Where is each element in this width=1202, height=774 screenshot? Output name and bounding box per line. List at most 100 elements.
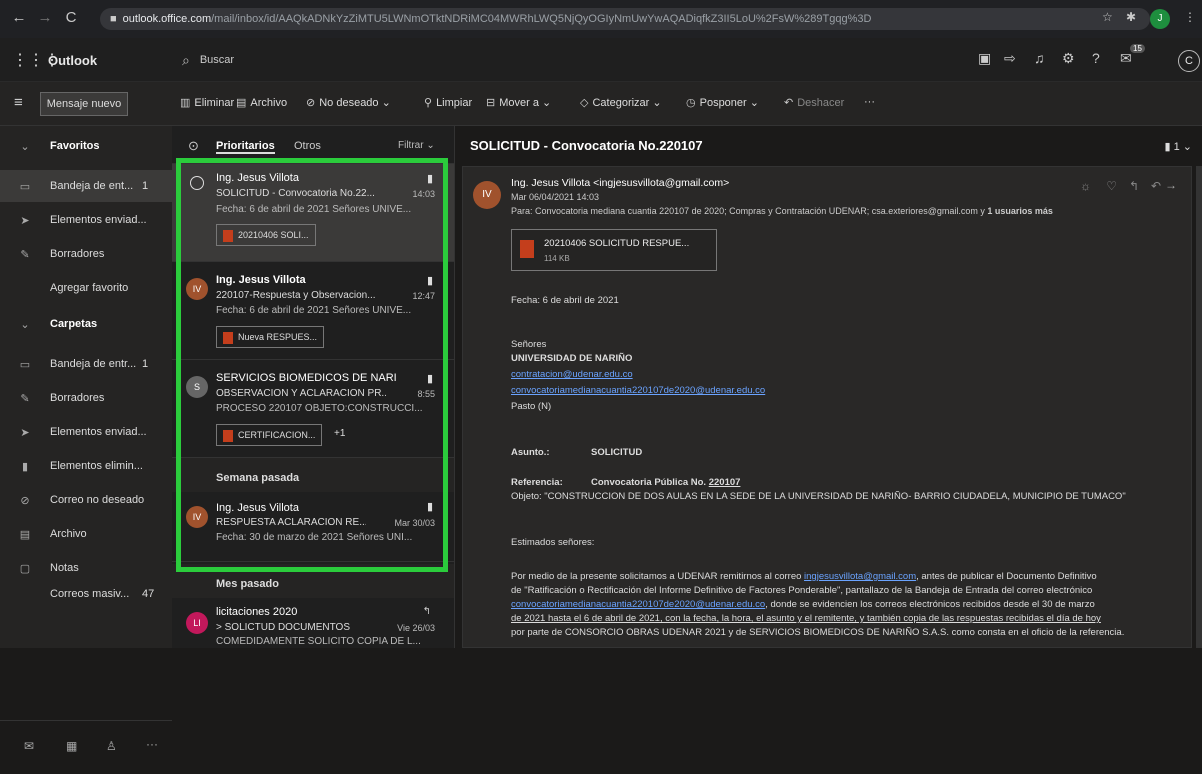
nav-item-archive[interactable]: ▤ Archivo	[0, 518, 172, 550]
snooze-label: Posponer	[699, 97, 747, 109]
back-icon[interactable]: ←	[6, 9, 32, 26]
message-preview: COMEDIDAMENTE SOLICITO COPIA DE L...	[216, 636, 421, 647]
nav-item-sent[interactable]: ➤ Elementos enviad...	[0, 416, 172, 448]
message-item[interactable]: LI licitaciones 2020 ↰ > SOLICTUD DOCUME…	[172, 598, 454, 648]
extension-icon[interactable]: ✱	[1126, 10, 1136, 24]
new-message-button[interactable]: Mensaje nuevo	[40, 92, 128, 116]
sender-name[interactable]: Ing. Jesus Villota <ingjesusvillota@gmai…	[511, 177, 729, 189]
body-greeting: Estimados señores:	[511, 537, 595, 548]
attachment-count[interactable]: ▮ 1 ⌄	[1164, 140, 1192, 153]
message-list: ⊙ Prioritarios Otros Filtrar ⌄ Ing. Jesu…	[172, 126, 455, 648]
nav-label: Bandeja de entr...	[50, 358, 137, 370]
tab-focused[interactable]: Prioritarios	[216, 140, 275, 154]
junk-button[interactable]: ⊘ No deseado ⌄	[306, 96, 391, 109]
body-object: Objeto: "CONSTRUCCION DE DOS AULAS EN LA…	[511, 491, 1126, 502]
attachment-name: 20210406 SOLI...	[238, 230, 309, 240]
settings-icon[interactable]: ⚙	[1062, 50, 1075, 67]
star-icon[interactable]: ☆	[1102, 10, 1113, 24]
paperclip-icon: ▮	[426, 275, 433, 287]
reload-icon[interactable]: C	[58, 9, 84, 26]
categorize-label: Categorizar	[592, 97, 650, 109]
attachment-chip[interactable]: Nueva RESPUES...	[216, 326, 325, 348]
select-all-icon[interactable]: ⊙	[188, 138, 199, 154]
tab-other[interactable]: Otros	[294, 140, 321, 152]
email-link[interactable]: convocatoriamedianacuantia220107de2020@u…	[511, 385, 765, 396]
archive-icon: ▤	[19, 528, 31, 541]
forward-icon[interactable]: →	[32, 9, 58, 26]
email-link[interactable]: convocatoriamedianacuantia220107de2020@u…	[511, 599, 765, 610]
message-item[interactable]: S SERVICIOS BIOMEDICOS DE NARI... ▮ OBSE…	[172, 360, 454, 458]
forward-icon[interactable]: →	[1165, 178, 1177, 192]
broom-icon: ⚲	[424, 97, 433, 109]
reference-value: Convocatoria Pública No. 220107	[591, 477, 740, 488]
categorize-button[interactable]: ◇ Categorizar ⌄	[580, 96, 662, 109]
search-box[interactable]: ⌕ Buscar	[182, 46, 912, 74]
pencil-icon: ✎	[20, 392, 30, 405]
select-radio-icon[interactable]	[190, 176, 204, 190]
recipients[interactable]: Para: Convocatoria mediana cuantia 22010…	[511, 206, 1053, 216]
like-icon[interactable]: ♡	[1106, 179, 1117, 193]
nav-item-drafts[interactable]: ✎ Borradores	[0, 382, 172, 414]
undo-button[interactable]: ↶ Deshacer	[784, 96, 844, 109]
delete-label: Eliminar	[194, 97, 235, 109]
reply-icon[interactable]: ↰	[1129, 179, 1139, 193]
nav-item-inbox[interactable]: ▭ Bandeja de entr... 1	[0, 348, 172, 380]
sweep-button[interactable]: ⚲ Limpiar	[424, 96, 472, 109]
profile-avatar[interactable]: J	[1150, 9, 1170, 29]
nav-label: Elementos enviad...	[50, 214, 147, 226]
more-button[interactable]: ···	[864, 96, 875, 108]
scrollbar[interactable]	[1196, 166, 1202, 648]
people-icon[interactable]: ♙	[106, 739, 117, 753]
email-link[interactable]: contratacion@udenar.edu.co	[511, 369, 633, 380]
snooze-button[interactable]: ◷ Posponer ⌄	[686, 96, 759, 109]
teams-icon[interactable]: ▣	[978, 50, 991, 67]
nav-item-junk[interactable]: ⊘ Correo no deseado	[0, 484, 172, 516]
message-item[interactable]: Ing. Jesus Villota ▮ SOLICITUD - Convoca…	[172, 164, 454, 262]
feedback-icon[interactable]: ✉	[1120, 50, 1132, 67]
avatar: S	[186, 376, 208, 398]
address-bar[interactable]: ■ outlook.office.com /mail/inbox/id/AAQk…	[100, 8, 1150, 30]
reference-text: Convocatoria Pública No.	[591, 477, 709, 488]
account-avatar[interactable]: C	[1178, 50, 1200, 72]
folders-header[interactable]: ⌄ Carpetas	[0, 308, 172, 340]
avatar: IV	[186, 506, 208, 528]
hamburger-icon[interactable]: ≡	[14, 94, 23, 111]
message-item[interactable]: IV Ing. Jesus Villota ▮ 220107-Respuesta…	[172, 262, 454, 360]
share-icon[interactable]: ⇨	[1004, 50, 1016, 67]
menu-icon[interactable]: ⋮	[1184, 10, 1196, 24]
favorites-header[interactable]: ⌄ Favoritos	[0, 130, 172, 162]
mail-icon[interactable]: ✉	[24, 739, 34, 753]
nav-item-drafts-favorite[interactable]: ✎ Borradores	[0, 238, 172, 270]
group-header: Mes pasado	[172, 564, 454, 598]
nav-item-mass-mail[interactable]: Correos masiv... 47	[0, 578, 172, 610]
nav-item-sent-favorite[interactable]: ➤ Elementos enviad...	[0, 204, 172, 236]
attachment-chip[interactable]: 20210406 SOLI...	[216, 224, 316, 246]
message-item[interactable]: IV Ing. Jesus Villota ▮ RESPUESTA ACLARA…	[172, 492, 454, 562]
pdf-icon	[223, 429, 233, 442]
message-time: Mar 30/03	[394, 518, 435, 528]
message-subject: > SOLICTUD DOCUMENTOS	[216, 622, 350, 633]
nav-label: Archivo	[50, 528, 87, 540]
more-apps-icon[interactable]: ···	[146, 737, 158, 751]
filter-button[interactable]: Filtrar ⌄	[398, 140, 435, 151]
chevron-down-icon: ⌄	[20, 140, 30, 153]
attachment-chip[interactable]: CERTIFICACION...	[216, 424, 323, 446]
reply-all-icon[interactable]: ↶	[1151, 179, 1161, 193]
bell-icon[interactable]: ♫	[1034, 50, 1045, 66]
nav-item-deleted[interactable]: ▮ Elementos elimin...	[0, 450, 172, 482]
attachment-card[interactable]: 20210406 SOLICITUD RESPUE... 114 KB	[511, 229, 717, 271]
move-button[interactable]: ⊟ Mover a ⌄	[486, 96, 551, 109]
archive-button[interactable]: ▤ Archivo	[236, 96, 287, 109]
nav-item-inbox-favorite[interactable]: ▭ Bandeja de ent... 1	[0, 170, 172, 202]
archive-label: Archivo	[250, 97, 288, 109]
add-favorite-link[interactable]: Agregar favorito	[0, 272, 172, 304]
help-icon[interactable]: ?	[1092, 50, 1100, 66]
body-salutation: Señores	[511, 339, 547, 350]
email-link[interactable]: ingjesusvillota@gmail.com	[804, 571, 916, 582]
more-attachments-count[interactable]: +1	[334, 428, 345, 439]
delete-button[interactable]: ▥ Eliminar	[180, 96, 234, 109]
message-preview: PROCESO 220107 OBJETO:CONSTRUCCI...	[216, 403, 423, 414]
body-paragraph: de 2021 hasta el 6 de abril de 2021, con…	[511, 613, 1101, 624]
sun-icon[interactable]: ☼	[1080, 179, 1091, 193]
calendar-icon[interactable]: ▦	[66, 739, 77, 753]
